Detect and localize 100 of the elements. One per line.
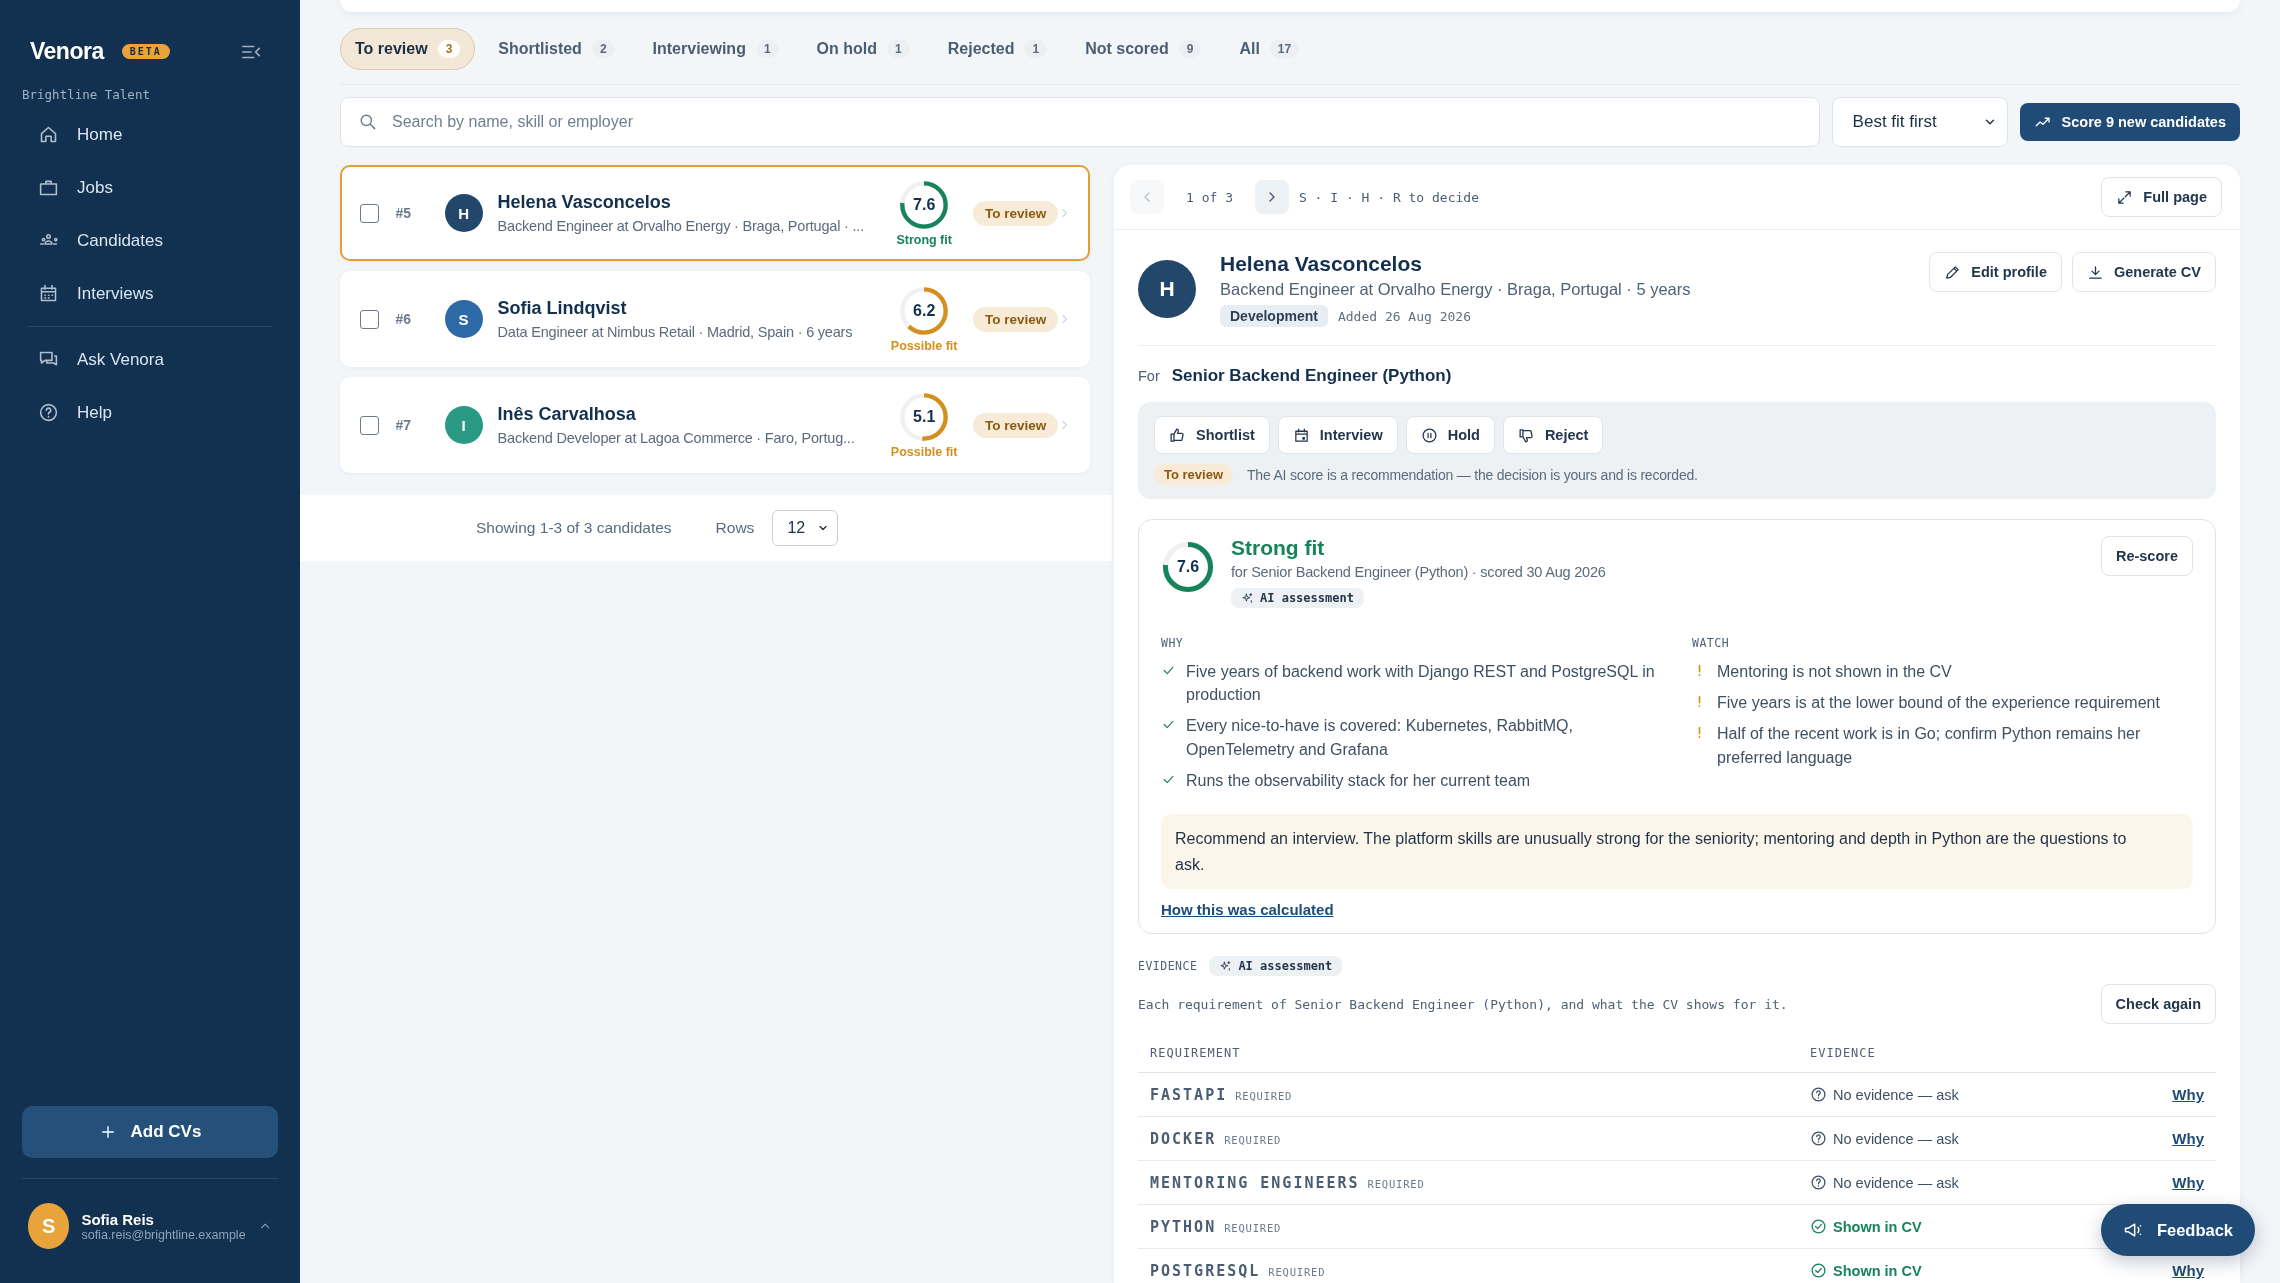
profile-action-button[interactable]: Edit profile (1929, 252, 2062, 292)
count-badge: 1 (755, 40, 779, 58)
candidate-avatar: H (444, 194, 483, 232)
candidate-name: Sofia Lindqvist (497, 298, 628, 319)
nav-item[interactable]: Jobs (20, 161, 280, 214)
count-badge: 9 (1178, 40, 1202, 58)
search-icon (358, 112, 377, 131)
filter-tab[interactable]: All 17 (1224, 28, 1315, 70)
candidate-subtitle: Backend Engineer at Orvalho Energy · Braga, Portugal · ... (497, 218, 865, 234)
rows-label: Rows (715, 519, 755, 537)
filter-tab[interactable]: Shortlisted 2 (483, 28, 630, 70)
concern-text: Mentoring is not shown in the CV (1717, 662, 1952, 682)
candidate-subtitle: Data Engineer at Nimbus Retail · Madrid, Spain · 6 years (497, 324, 854, 340)
score-value: 6.2 (913, 303, 936, 319)
search-field[interactable]: Search by name, skill or employer (340, 97, 1820, 147)
evidence-description: Each requirement of Senior Backend Engineer (Python), and what the CV shows for it. (1138, 996, 1788, 1012)
for-label: For (1138, 368, 1160, 384)
download-icon (2086, 263, 2104, 281)
user-avatar: S (28, 1203, 70, 1249)
reason-text: Five years of backend work with Django REST and PostgreSQL in production (1186, 662, 1656, 706)
sparkle-icon (1219, 959, 1233, 973)
pause-icon (1420, 426, 1438, 444)
decision-button[interactable]: Reject (1502, 416, 1604, 454)
nav-item[interactable]: Help (20, 386, 280, 439)
candidate-name: Helena Vasconcelos (497, 192, 672, 213)
filter-tab[interactable]: Interviewing 1 (637, 28, 794, 70)
verdict-title: Strong fit (1231, 536, 1325, 560)
added-date: Added 26 Aug 2026 (1337, 308, 1471, 324)
pencil-icon (1944, 263, 1962, 281)
requirement-tag: REQUIRED (1224, 1221, 1282, 1234)
section-heading: WATCH (1692, 636, 1731, 650)
fit-label: Strong fit (896, 233, 952, 247)
decision-button[interactable]: Hold (1405, 416, 1495, 454)
filter-tab[interactable]: On hold 1 (801, 28, 925, 70)
candidate-card[interactable]: #5 H Helena Vasconcelos Backend Engineer at Orvalho Energy · Braga, Portugal · ... 7.6 Strong fit To review (340, 165, 1090, 261)
pagination-summary: Showing 1-3 of 3 candidates (476, 519, 672, 537)
check-again-button[interactable]: Check again (2100, 984, 2216, 1025)
candidate-subtitle: Backend Engineer at Orvalho Energy · Braga, Portugal · 5 years (1220, 280, 1691, 299)
thumbs-down-icon (1517, 426, 1535, 444)
fit-label: Possible fit (890, 445, 958, 459)
requirement-name: POSTGRESQL (1150, 1261, 1261, 1280)
position-text: 1 of 3 (1186, 189, 1233, 205)
calendar-icon (1292, 426, 1310, 444)
requirement-tag: REQUIRED (1235, 1089, 1293, 1102)
nav-item[interactable]: Ask Venora (20, 333, 280, 386)
candidate-avatar: H (1138, 260, 1196, 318)
recommendation-text: Recommend an interview. The platform skills are unusually strong for the seniority; mentoring and depth in Python are the questions to ask. (1161, 813, 2193, 890)
filter-tab[interactable]: Rejected 1 (932, 28, 1063, 70)
score-value: 7.6 (913, 197, 936, 213)
nav-item[interactable]: Interviews (20, 267, 280, 320)
checkbox[interactable] (360, 203, 379, 223)
score-value: 7.6 (1176, 559, 1200, 575)
decision-button[interactable]: Interview (1277, 416, 1398, 454)
reason-text: Runs the observability stack for her current team (1186, 770, 1531, 791)
nav-item[interactable]: Candidates (20, 214, 280, 267)
filter-tab[interactable]: To review 3 (340, 28, 476, 70)
requirement-name: MENTORING ENGINEERS (1150, 1173, 1360, 1192)
evidence-status: No evidence — ask (1833, 1130, 1959, 1147)
how-calculated-link[interactable]: How this was calculated (1161, 901, 1334, 919)
filter-tab[interactable]: Not scored 9 (1070, 28, 1217, 70)
candidate-avatar: I (444, 406, 483, 444)
column-header: EVIDENCE (1810, 1046, 1876, 1061)
why-link[interactable]: Why (2172, 1086, 2204, 1104)
decision-button[interactable]: Shortlist (1154, 416, 1270, 454)
why-link[interactable]: Why (2172, 1174, 2204, 1192)
why-link[interactable]: Why (2172, 1262, 2204, 1280)
logo: Venora (30, 38, 104, 65)
candidate-number: #7 (395, 417, 413, 433)
add-cvs-button[interactable]: Add CVs (22, 1106, 278, 1158)
candidate-card[interactable]: #6 S Sofia Lindqvist Data Engineer at Nimbus Retail · Madrid, Spain · 6 years 6.2 Possible fit To review (340, 271, 1090, 367)
evidence-status: No evidence — ask (1833, 1086, 1959, 1103)
rescore-button[interactable]: Re-score (2100, 536, 2193, 576)
reason-text: Every nice-to-have is covered: Kubernetes, RabbitMQ, OpenTelemetry and Grafana (1186, 716, 1574, 760)
profile-action-button[interactable]: Generate CV (2071, 252, 2216, 292)
count-badge: 17 (1269, 40, 1300, 58)
score-button[interactable]: Score 9 new candidates (2019, 103, 2240, 141)
question-icon (1810, 1086, 1827, 1104)
full-page-button[interactable]: Full page (2101, 177, 2222, 217)
ai-badge-label: AI assessment (1238, 959, 1333, 974)
requirement-tag: REQUIRED (1367, 1177, 1425, 1190)
candidate-name: Helena Vasconcelos (1220, 252, 1423, 276)
requirement-tag: REQUIRED (1224, 1133, 1282, 1146)
why-link[interactable]: Why (2172, 1130, 2204, 1148)
count-badge: 1 (1024, 40, 1048, 58)
requirement-tag: REQUIRED (1268, 1265, 1326, 1278)
nav-item[interactable]: Home (20, 108, 280, 161)
section-heading: EVIDENCE (1138, 959, 1198, 974)
candidate-subtitle: Backend Developer at Lagoa Commerce · Faro, Portug... (497, 430, 856, 446)
status-pill: To review (973, 200, 1059, 226)
checkbox[interactable] (360, 309, 379, 329)
organization-name: Brightline Talent (22, 87, 151, 102)
ai-badge-label: AI assessment (1260, 591, 1354, 605)
sort-select[interactable]: Best fit first (1831, 97, 2008, 147)
candidate-card[interactable]: #7 I Inês Carvalhosa Backend Developer at Lagoa Commerce · Faro, Portug... 5.1 Possible fit To review (340, 377, 1090, 473)
beta-badge: BETA (121, 44, 170, 59)
checkbox[interactable] (360, 415, 379, 435)
calendar-icon (38, 283, 59, 304)
candidate-number: #5 (395, 205, 413, 221)
feedback-button[interactable]: Feedback (2100, 1204, 2255, 1256)
rows-select[interactable]: 12 (772, 510, 839, 546)
